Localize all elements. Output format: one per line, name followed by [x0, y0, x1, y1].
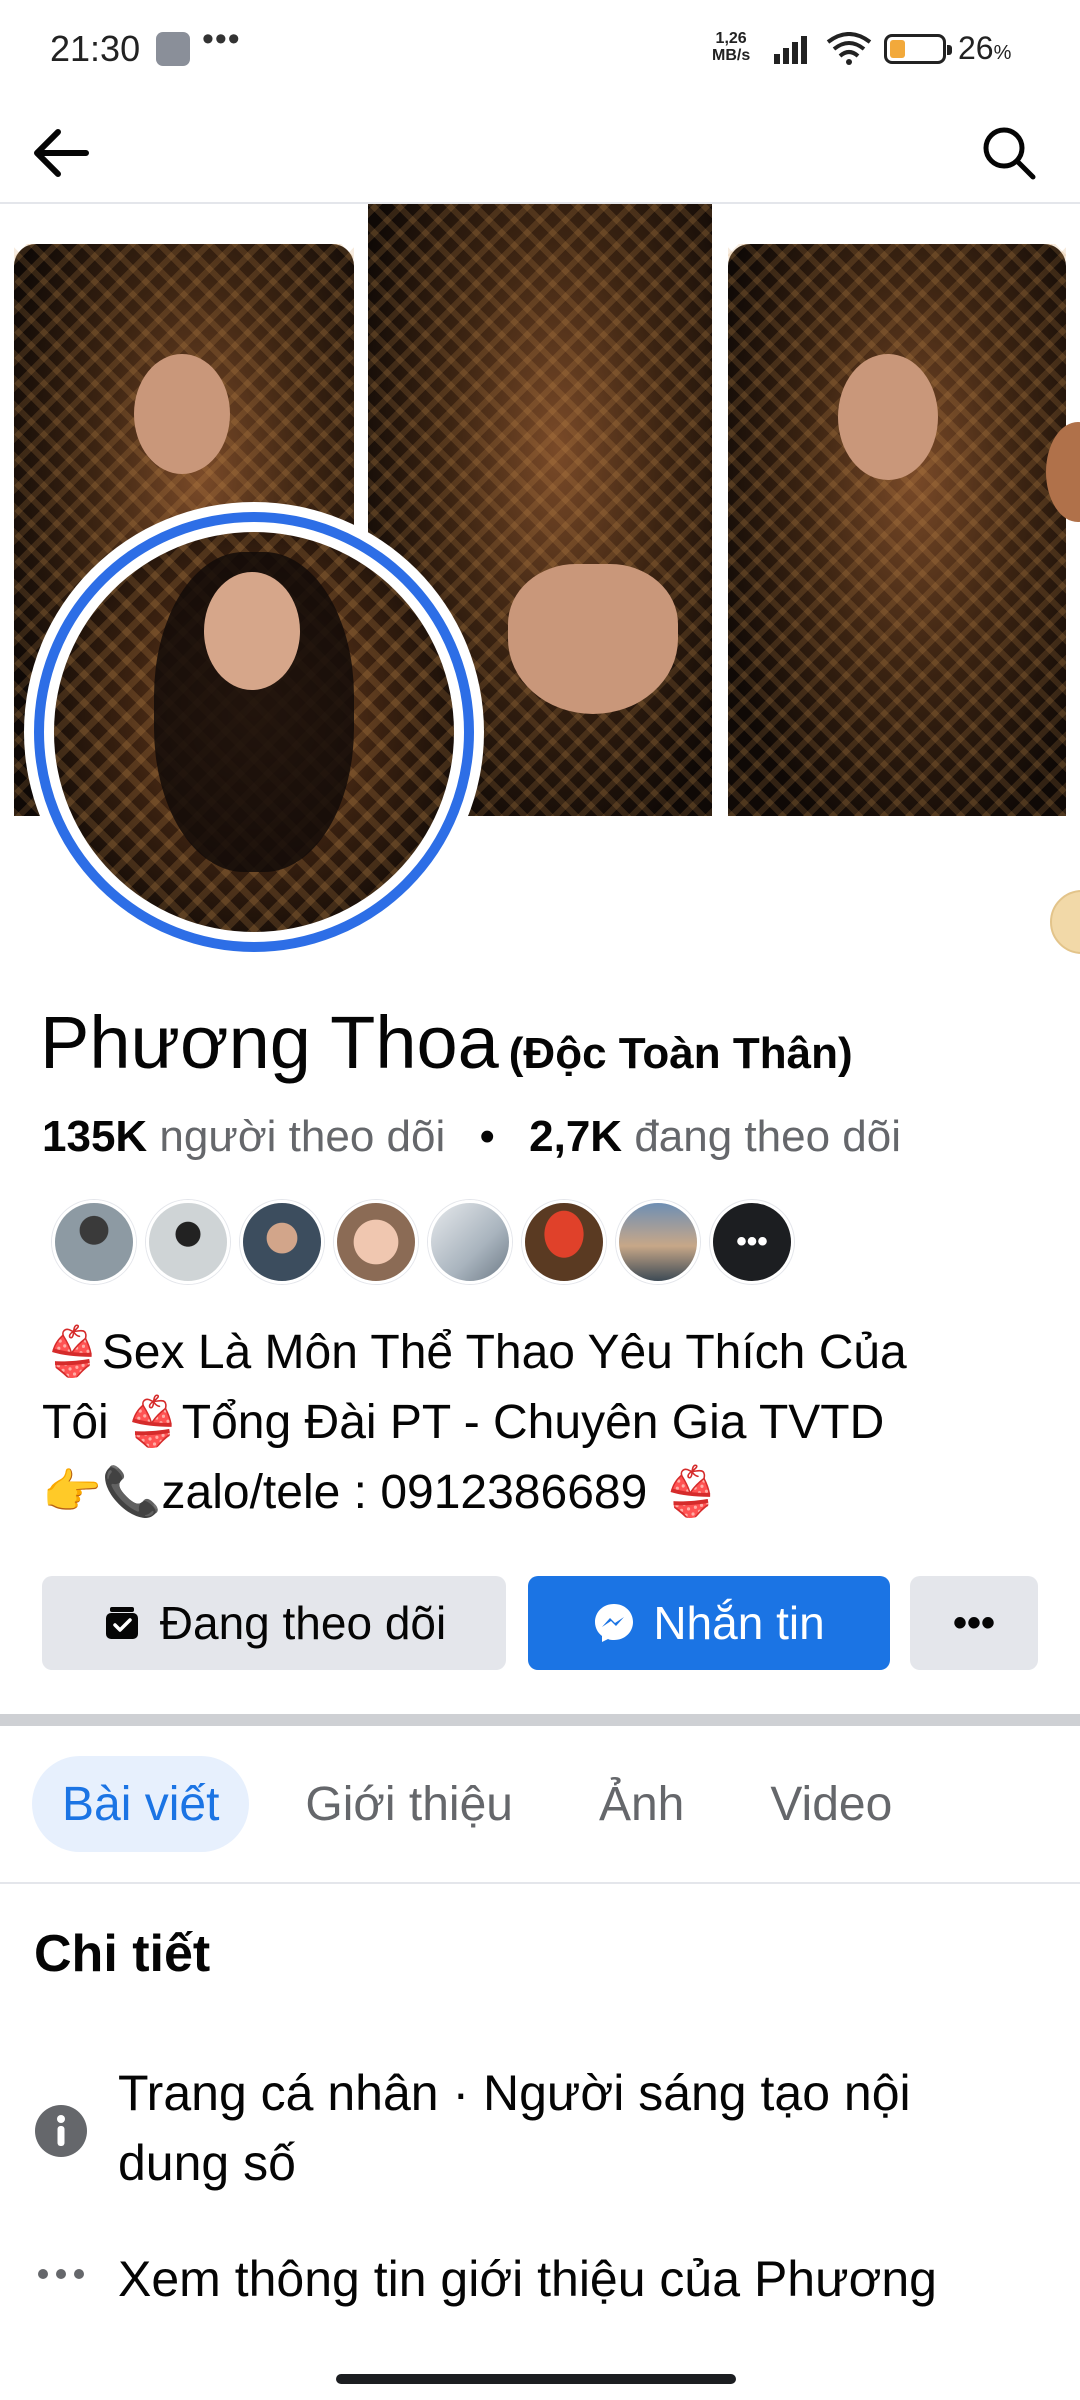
search-button[interactable] [974, 118, 1044, 188]
profile-tabs: Bài viết Giới thiệu Ảnh Video [32, 1754, 948, 1854]
status-bar: 21:30 ••• 1,26 MB/s 26% [0, 0, 1080, 100]
tab-videos[interactable]: Video [740, 1756, 922, 1852]
battery-percent: 26% [958, 30, 1012, 66]
network-speed-unit: MB/s [712, 47, 751, 64]
wifi-icon [826, 32, 872, 65]
followers-count[interactable]: 135K [42, 1112, 147, 1161]
battery-icon [884, 34, 952, 64]
tab-about[interactable]: Giới thiệu [275, 1756, 543, 1852]
settings-tool-icon [156, 32, 190, 66]
message-button-label: Nhắn tin [653, 1597, 825, 1649]
profile-name-text: Phương Thoa [40, 1001, 499, 1084]
back-button[interactable] [26, 118, 96, 188]
follower-avatar[interactable] [428, 1200, 512, 1284]
message-button[interactable]: Nhắn tin [528, 1576, 890, 1670]
more-dots-icon: ••• [952, 1600, 995, 1645]
profile-bio: 👙Sex Là Môn Thể Thao Yêu Thích Của Tôi 👙… [42, 1318, 1042, 1528]
top-nav [0, 100, 1080, 204]
home-indicator[interactable] [336, 2374, 736, 2384]
bio-line: 👙Sex Là Môn Thể Thao Yêu Thích Của [42, 1326, 907, 1379]
info-icon [34, 2104, 88, 2158]
tabs-divider [0, 1882, 1080, 1884]
search-icon [983, 127, 1036, 180]
bio-line[interactable]: 👉📞zalo/tele : 0912386689 👙 [42, 1458, 1042, 1528]
cover-photo-panel [728, 244, 1066, 816]
following-box-icon [102, 1603, 142, 1643]
following-button-label: Đang theo dõi [159, 1597, 447, 1649]
messenger-icon [593, 1602, 635, 1644]
details-heading: Chi tiết [34, 1925, 211, 1983]
more-dots-icon [34, 2264, 88, 2318]
tab-photos[interactable]: Ảnh [569, 1756, 714, 1852]
follower-avatar[interactable] [240, 1200, 324, 1284]
arrow-left-icon [34, 129, 89, 177]
profile-avatar[interactable] [24, 502, 484, 962]
bio-line: Tôi 👙Tổng Đài PT - Chuyên Gia TVTD [42, 1396, 885, 1449]
section-divider [0, 1714, 1080, 1726]
profile-name: Phương Thoa (Độc Toàn Thân) [40, 1000, 853, 1085]
signal-icon [774, 36, 807, 64]
network-speed-value: 1,26 [715, 30, 747, 47]
profile-stats: 135K người theo dõi • 2,7K đang theo dõi [42, 1112, 901, 1162]
follower-avatar[interactable] [52, 1200, 136, 1284]
tab-posts[interactable]: Bài viết [32, 1756, 250, 1852]
avatar-image [54, 532, 454, 932]
network-speed: 1,26 MB/s [712, 30, 750, 64]
detail-row-about[interactable]: Xem thông tin giới thiệu của Phương [34, 2244, 1044, 2364]
more-options-button[interactable]: ••• [910, 1576, 1038, 1670]
following-button[interactable]: Đang theo dõi [42, 1576, 506, 1670]
detail-category-text: Trang cá nhân · Người sáng tạo nội dung … [118, 2065, 911, 2191]
status-time: 21:30 [50, 28, 141, 69]
mutual-followers: ••• [52, 1200, 804, 1284]
following-count[interactable]: 2,7K [529, 1112, 622, 1161]
battery-fill [890, 40, 905, 58]
followers-label[interactable]: người theo dõi [159, 1112, 445, 1161]
follower-avatar[interactable] [146, 1200, 230, 1284]
profile-actions: Đang theo dõi Nhắn tin ••• [42, 1576, 1038, 1670]
story-ring [34, 512, 474, 952]
detail-about-link[interactable]: Xem thông tin giới thiệu của Phương [118, 2244, 1018, 2314]
following-label[interactable]: đang theo dõi [634, 1112, 901, 1161]
floating-action-icon[interactable] [1050, 890, 1080, 954]
stats-separator: • [479, 1112, 495, 1161]
follower-avatar[interactable] [522, 1200, 606, 1284]
status-more-icon: ••• [202, 20, 241, 58]
follower-avatar[interactable] [616, 1200, 700, 1284]
follower-avatar[interactable] [334, 1200, 418, 1284]
detail-row-category: Trang cá nhân · Người sáng tạo nội dung … [34, 2058, 1044, 2198]
more-followers-button[interactable]: ••• [710, 1200, 794, 1284]
profile-name-suffix: (Độc Toàn Thân) [508, 1029, 853, 1078]
